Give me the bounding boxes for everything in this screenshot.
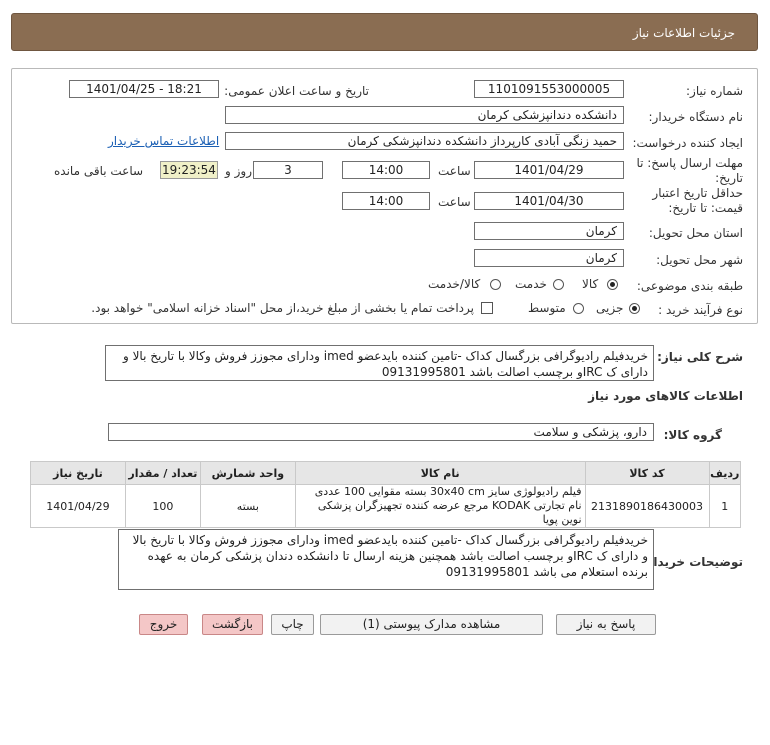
col-name-header: نام کالا <box>294 461 586 485</box>
deadline-date-field: 1401/04/29 <box>474 161 624 179</box>
creator-field: حمید زنگی آبادی کارپرداز دانشکده دندانپز… <box>225 132 624 150</box>
goods-group-field: دارو، پزشکی و سلامت <box>108 423 654 441</box>
need-number-field: 1101091553000005 <box>474 80 624 98</box>
province-field: کرمان <box>474 222 624 240</box>
buyer-desc-label: توضیحات خریدار: <box>641 555 743 569</box>
category-goods-label: کالا <box>582 277 599 291</box>
city-field: کرمان <box>474 249 624 267</box>
buyer-org-field: دانشکده دندانپزشکی کرمان <box>225 106 624 124</box>
process-label: نوع فرآیند خرید : <box>658 303 743 317</box>
category-both-radio[interactable] <box>490 279 501 290</box>
page-title: جزئیات اطلاعات نیاز <box>632 26 735 40</box>
process-partial-label: جزیی <box>596 301 624 315</box>
col-code-header: کد کالا <box>584 461 710 485</box>
validity-time-field: 14:00 <box>342 192 430 210</box>
category-both-label: کالا/خدمت <box>428 277 481 291</box>
items-table: ردیف کد کالا نام کالا واحد شمارش تعداد /… <box>30 461 742 528</box>
view-attachments-button[interactable]: مشاهده مدارک پیوستی (1) <box>320 614 543 635</box>
announce-label: تاریخ و ساعت اعلان عمومی: <box>224 84 369 98</box>
process-medium-label: متوسط <box>528 301 566 315</box>
buyer-org-label: نام دستگاه خریدار: <box>648 110 744 124</box>
row-number: 1 <box>708 484 742 528</box>
category-service-radio[interactable] <box>553 279 564 290</box>
days-field: 3 <box>253 161 323 179</box>
table-header-row: ردیف کد کالا نام کالا واحد شمارش تعداد /… <box>30 461 742 485</box>
validity-time-label: ساعت <box>438 195 471 209</box>
reply-button[interactable]: پاسخ به نیاز <box>556 614 656 635</box>
back-button[interactable]: بازگشت <box>202 614 263 635</box>
deadline-label: مهلت ارسال پاسخ: تا تاریخ: <box>636 156 743 185</box>
process-partial-radio[interactable] <box>629 303 640 314</box>
process-medium-radio[interactable] <box>573 303 584 314</box>
buyer-contact-link[interactable]: اطلاعات تماس خریدار <box>108 134 219 148</box>
deadline-time-label: ساعت <box>438 164 471 178</box>
table-row: 1 2131890186430003 فیلم رادیولوژی سایز 3… <box>30 484 742 528</box>
province-label: استان محل تحویل: <box>648 226 743 240</box>
category-goods-radio[interactable] <box>607 279 618 290</box>
validity-date-field: 1401/04/30 <box>474 192 624 210</box>
days-label: روز و <box>225 164 252 178</box>
col-row-header: ردیف <box>708 461 742 485</box>
validity-label: حداقل تاریخ اعتبار قیمت: تا تاریخ: <box>652 186 743 215</box>
creator-label: ایجاد کننده درخواست: <box>632 136 743 150</box>
item-qty: 100 <box>124 484 201 528</box>
col-qty-header: تعداد / مقدار <box>124 461 201 485</box>
exit-button[interactable]: خروج <box>139 614 188 635</box>
deadline-time-field: 14:00 <box>342 161 430 179</box>
need-number-label: شماره نیاز: <box>686 84 743 98</box>
col-date-header: تاریخ نیاز <box>30 461 126 485</box>
category-label: طبقه بندی موضوعی: <box>636 279 743 293</box>
treasury-payment-checkbox[interactable] <box>481 302 493 314</box>
city-label: شهر محل تحویل: <box>656 253 743 267</box>
remaining-time-label: ساعت باقی مانده <box>54 164 144 178</box>
items-section-title: اطلاعات کالاهای مورد نیاز <box>588 389 743 403</box>
announce-field: 1401/04/25 - 18:21 <box>69 80 219 98</box>
item-code: 2131890186430003 <box>584 484 710 528</box>
summary-field: خریدفیلم رادیوگرافی بزرگسال کداک -تامین … <box>105 345 654 381</box>
treasury-payment-note: پرداخت تمام یا بخشی از مبلغ خرید،از محل … <box>91 301 474 315</box>
category-service-label: خدمت <box>515 277 547 291</box>
goods-group-label: گروه کالا: <box>663 428 722 442</box>
item-date: 1401/04/29 <box>30 484 126 528</box>
remaining-time-field: 19:23:54 <box>160 161 218 179</box>
buyer-desc-field: خریدفیلم رادیوگرافی بزرگسال کداک -تامین … <box>118 529 654 590</box>
page-header: جزئیات اطلاعات نیاز <box>11 13 758 51</box>
summary-label: شرح کلی نیاز: <box>657 350 743 364</box>
item-unit: بسته <box>199 484 296 528</box>
print-button[interactable]: چاپ <box>271 614 314 635</box>
item-name: فیلم رادیولوژی سایز 30x40 cm بسته مقوایی… <box>294 484 586 528</box>
col-unit-header: واحد شمارش <box>199 461 296 485</box>
